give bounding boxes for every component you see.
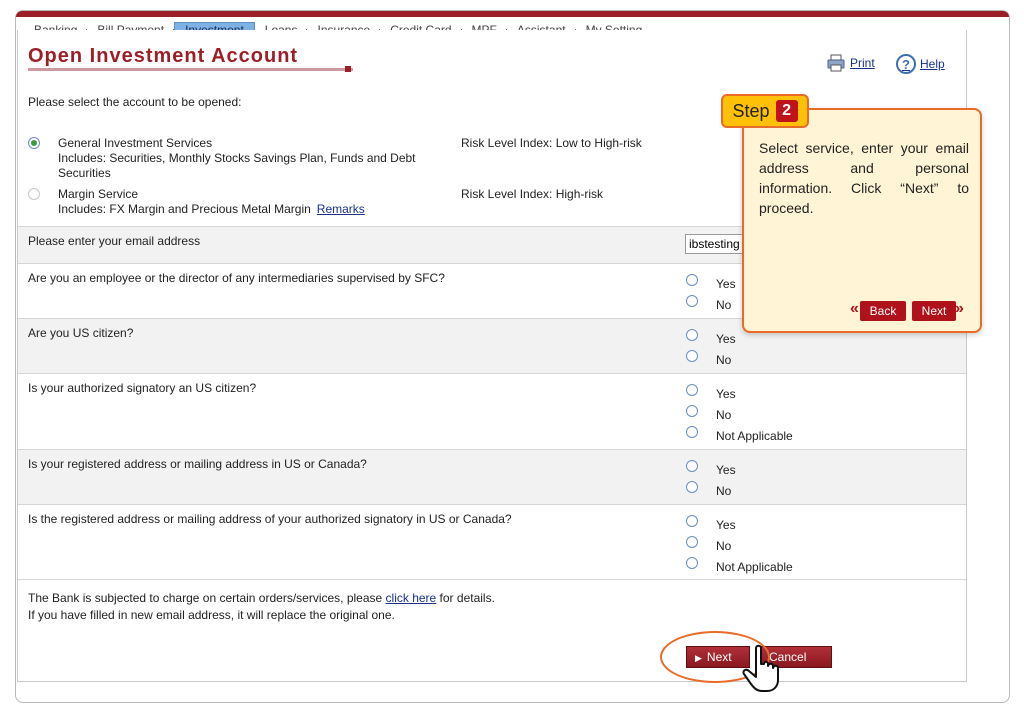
option-label: No bbox=[716, 408, 732, 422]
question-text: Is your authorized signatory an US citiz… bbox=[28, 381, 257, 395]
question-row: Is your authorized signatory an US citiz… bbox=[18, 373, 966, 449]
question-row: Is the registered address or mailing add… bbox=[18, 504, 966, 580]
chevron-left-icon: « bbox=[850, 300, 859, 317]
yes-radio[interactable] bbox=[686, 460, 698, 472]
print-label: Print bbox=[850, 56, 875, 70]
step-number: 2 bbox=[775, 100, 798, 122]
help-icon: ? bbox=[896, 54, 916, 74]
remarks-link[interactable]: Remarks bbox=[317, 202, 365, 216]
step-label: Step bbox=[732, 100, 770, 121]
tutorial-popup: Select service, enter your email address… bbox=[742, 108, 982, 333]
account-includes: Includes: Securities, Monthly Stocks Sav… bbox=[58, 151, 416, 180]
margin-service-radio[interactable] bbox=[28, 188, 40, 200]
option-label: No bbox=[716, 539, 732, 553]
account-text: Margin Service Includes: FX Margin and P… bbox=[58, 187, 438, 217]
charge-notice-tail: for details. bbox=[436, 591, 495, 605]
title-underline-marker bbox=[345, 66, 351, 72]
help-label: Help bbox=[920, 57, 945, 71]
page-title: Open Investment Account bbox=[28, 45, 299, 67]
account-text: General Investment Services Includes: Se… bbox=[58, 136, 438, 181]
general-investment-radio[interactable] bbox=[28, 137, 40, 149]
option-label: Yes bbox=[716, 332, 736, 346]
question-text: Are you an employee or the director of a… bbox=[28, 271, 445, 285]
tutorial-next-label: Next bbox=[921, 304, 947, 318]
option-label: Not Applicable bbox=[716, 560, 793, 574]
risk-level: Risk Level Index: High-risk bbox=[461, 187, 604, 201]
option-label: No bbox=[716, 484, 732, 498]
question-text: Is your registered address or mailing ad… bbox=[28, 457, 367, 471]
hand-cursor-icon bbox=[742, 644, 779, 692]
yes-radio[interactable] bbox=[686, 515, 698, 527]
click-here-link[interactable]: click here bbox=[386, 591, 437, 605]
option-label: No bbox=[716, 298, 732, 312]
help-link[interactable]: ? Help bbox=[896, 54, 945, 74]
question-text: Are you US citizen? bbox=[28, 326, 134, 340]
tutorial-next-button[interactable]: Next bbox=[912, 301, 956, 321]
not-applicable-radio[interactable] bbox=[686, 426, 698, 438]
account-includes: Includes: FX Margin and Precious Metal M… bbox=[58, 202, 311, 216]
no-radio[interactable] bbox=[686, 350, 698, 362]
account-name: General Investment Services bbox=[58, 136, 213, 150]
account-includes-line: Includes: FX Margin and Precious Metal M… bbox=[58, 202, 438, 217]
option-label: Yes bbox=[716, 518, 736, 532]
printer-icon bbox=[827, 54, 845, 72]
no-radio[interactable] bbox=[686, 405, 698, 417]
email-question: Please enter your email address bbox=[28, 234, 201, 248]
option-label: Yes bbox=[716, 463, 736, 477]
chevron-right-icon: » bbox=[955, 300, 964, 317]
not-applicable-radio[interactable] bbox=[686, 557, 698, 569]
account-prompt: Please select the account to be opened: bbox=[28, 95, 242, 109]
option-label: No bbox=[716, 353, 732, 367]
option-label: Yes bbox=[716, 387, 736, 401]
yes-radio[interactable] bbox=[686, 384, 698, 396]
question-row: Is your registered address or mailing ad… bbox=[18, 449, 966, 504]
option-label: Yes bbox=[716, 277, 736, 291]
no-radio[interactable] bbox=[686, 536, 698, 548]
footnote: The Bank is subjected to charge on certa… bbox=[28, 590, 495, 624]
email-notice: If you have filled in new email address,… bbox=[28, 608, 395, 622]
tutorial-text: Select service, enter your email address… bbox=[759, 140, 969, 216]
charge-notice-text: The Bank is subjected to charge on certa… bbox=[28, 591, 386, 605]
no-radio[interactable] bbox=[686, 481, 698, 493]
option-label: Not Applicable bbox=[716, 429, 793, 443]
tutorial-back-label: Back bbox=[869, 304, 897, 318]
risk-level: Risk Level Index: Low to High-risk bbox=[461, 136, 642, 150]
yes-radio[interactable] bbox=[686, 274, 698, 286]
title-underline bbox=[28, 68, 353, 71]
charge-notice: The Bank is subjected to charge on certa… bbox=[28, 590, 495, 607]
tutorial-back-button[interactable]: Back bbox=[860, 301, 906, 321]
top-brand-bar bbox=[16, 11, 1009, 17]
no-radio[interactable] bbox=[686, 295, 698, 307]
step-badge: Step 2 bbox=[721, 94, 809, 128]
print-link[interactable]: Print bbox=[826, 54, 875, 72]
yes-radio[interactable] bbox=[686, 329, 698, 341]
question-text: Is the registered address or mailing add… bbox=[28, 512, 512, 526]
account-name: Margin Service bbox=[58, 187, 139, 201]
